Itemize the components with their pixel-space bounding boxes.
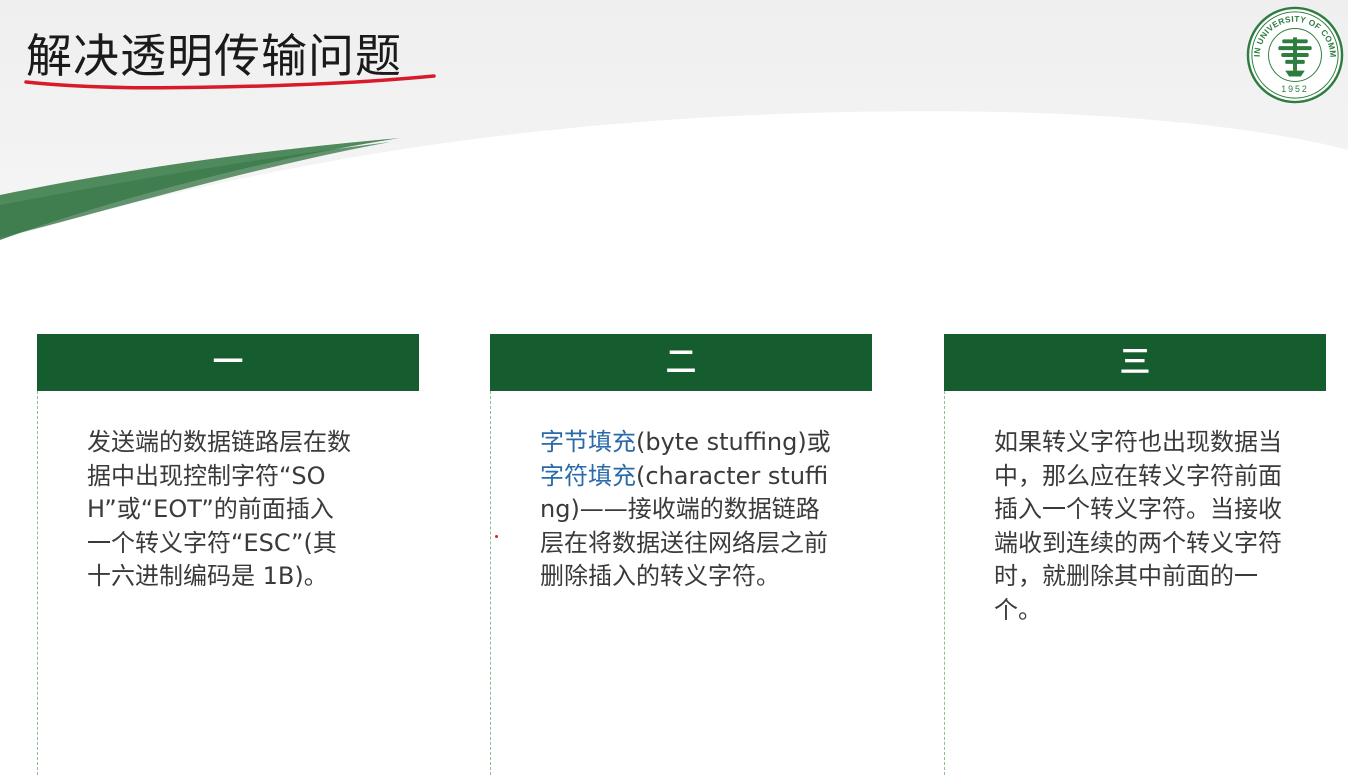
laser-pointer-dot xyxy=(495,535,498,538)
column-1-body: 发送端的数据链路层在数据中出现控制字符“SOH”或“EOT”的前面插入一个转义字… xyxy=(87,426,357,594)
logo-year: 1952 xyxy=(1281,84,1308,94)
column-2-body: 字节填充(byte stuffing)或字符填充(character stuff… xyxy=(540,426,840,594)
column-3-body: 如果转义字符也出现数据当中，那么应在转义字符前面插入一个转义字符。当接收端收到连… xyxy=(994,426,1304,627)
university-logo-icon: HARBIN UNIVERSITY OF COMMERCE 1952 xyxy=(1246,6,1344,104)
column-1-dashed-divider xyxy=(37,391,38,775)
column-2-header: 二 xyxy=(490,334,872,391)
column-2: 二 字节填充(byte stuffing)或字符填充(character stu… xyxy=(490,334,872,775)
column-2-dashed-divider xyxy=(490,391,491,775)
column-1-text: 发送端的数据链路层在数据中出现控制字符“SOH”或“EOT”的前面插入一个转义字… xyxy=(87,428,351,590)
column-2-term-character-stuffing: 字符填充 xyxy=(540,461,636,490)
column-3-text: 如果转义字符也出现数据当中，那么应在转义字符前面插入一个转义字符。当接收端收到连… xyxy=(994,428,1282,624)
slide: 解决透明传输问题 HARBIN UNIVERSITY OF COMMERCE 1… xyxy=(0,0,1348,775)
column-1-header: 一 xyxy=(37,334,419,391)
column-3-dashed-divider xyxy=(944,391,945,775)
column-1: 一 发送端的数据链路层在数据中出现控制字符“SOH”或“EOT”的前面插入一个转… xyxy=(37,334,419,775)
column-3: 三 如果转义字符也出现数据当中，那么应在转义字符前面插入一个转义字符。当接收端收… xyxy=(944,334,1326,775)
title-underline-stroke xyxy=(24,74,436,90)
column-3-header: 三 xyxy=(944,334,1326,391)
column-2-term-byte-stuffing: 字节填充 xyxy=(540,428,636,456)
column-2-text-part-1: (byte stuffing)或 xyxy=(636,428,831,456)
